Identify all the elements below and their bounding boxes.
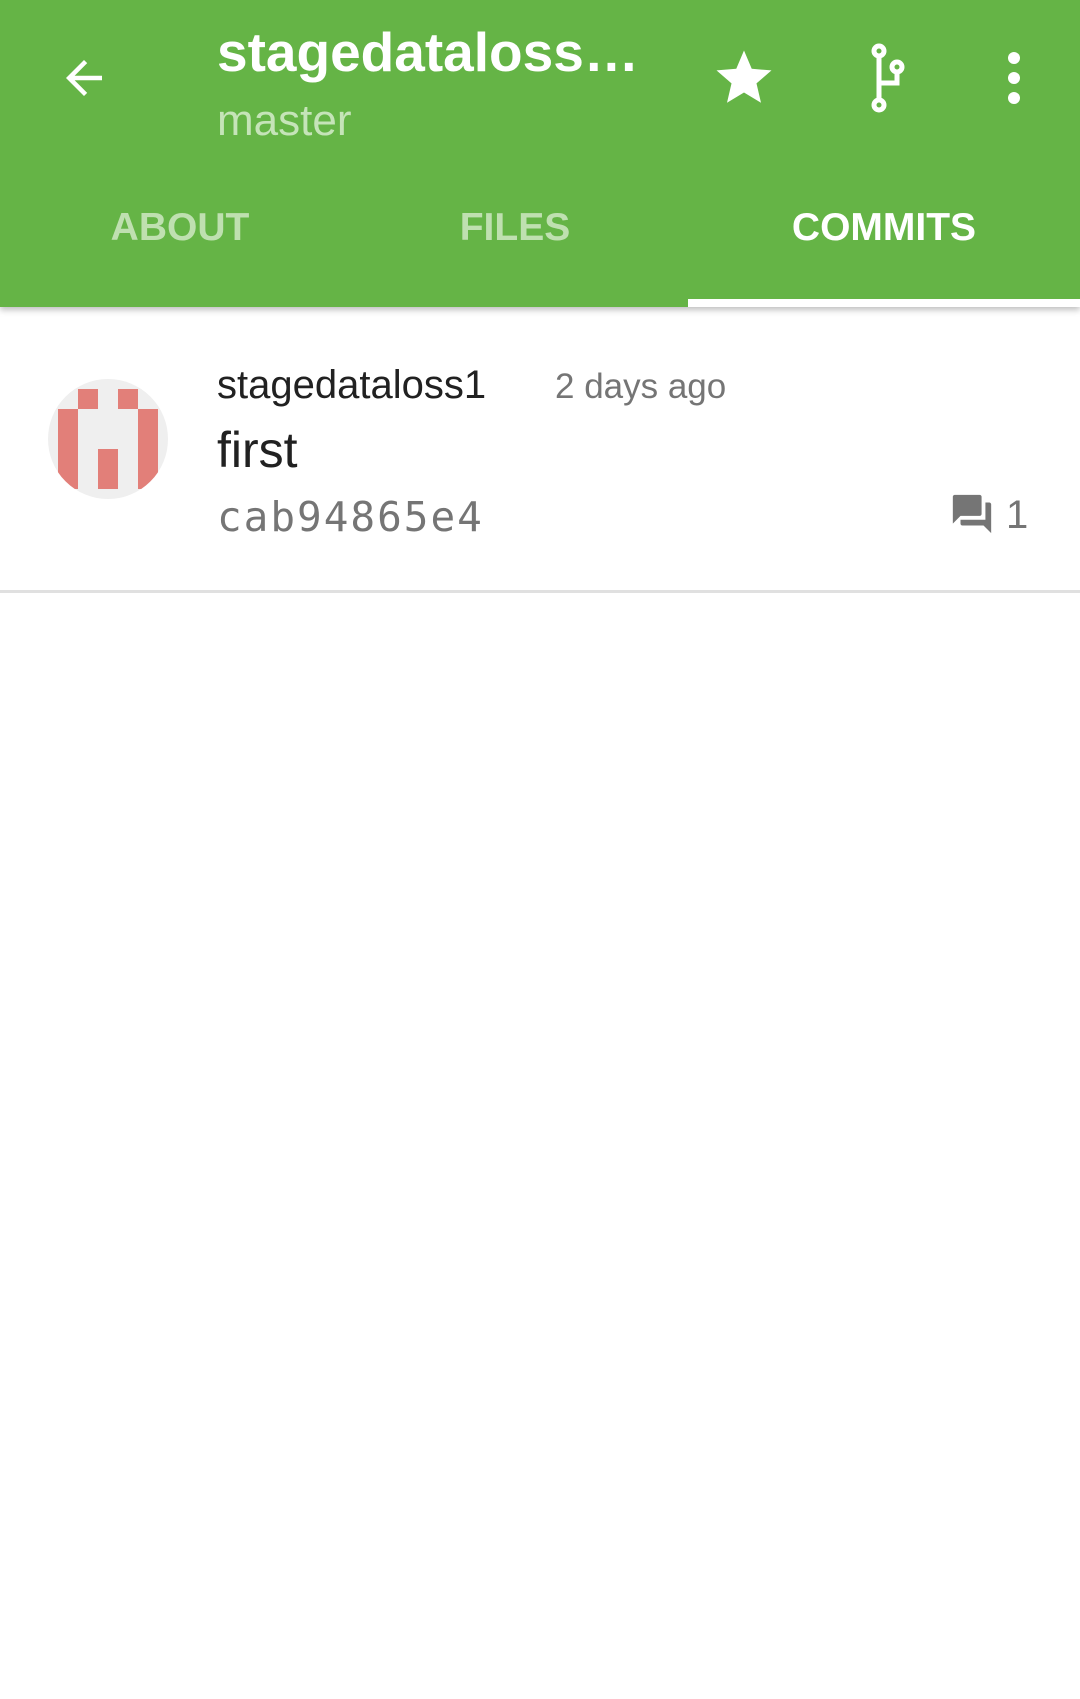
- tab-commits[interactable]: COMMITS: [704, 206, 1064, 250]
- comment-count: 1: [1006, 493, 1029, 537]
- more-vert-icon[interactable]: [984, 43, 1044, 113]
- avatar: [48, 379, 168, 499]
- active-tab-indicator: [688, 299, 1080, 307]
- commit-author: stagedataloss1: [217, 363, 487, 407]
- branch-icon[interactable]: [857, 43, 917, 113]
- tab-files[interactable]: FILES: [335, 206, 695, 250]
- tab-about[interactable]: ABOUT: [0, 206, 360, 250]
- branch-name[interactable]: master: [217, 96, 351, 146]
- app-bar: stagedataloss… master ABOUT FILES COMMIT…: [0, 0, 1080, 307]
- commit-hash: cab94865e4: [217, 493, 484, 541]
- commit-message: first: [217, 422, 298, 478]
- commit-list-item[interactable]: stagedataloss1 2 days ago first cab94865…: [0, 307, 1080, 593]
- comment-icon: [948, 490, 996, 538]
- star-icon[interactable]: [709, 43, 779, 113]
- commit-time: 2 days ago: [555, 367, 727, 406]
- repo-title: stagedataloss…: [217, 21, 639, 83]
- back-arrow-icon[interactable]: [54, 48, 114, 108]
